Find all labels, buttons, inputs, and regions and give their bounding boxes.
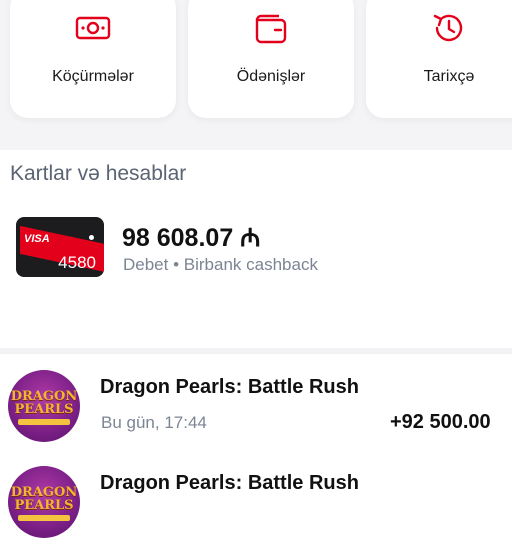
- wallet-icon: [255, 14, 287, 44]
- account-card-row[interactable]: VISA 4580 98 608.07 ₼ Debet • Birbank ca…: [0, 210, 512, 290]
- history-icon: [433, 14, 463, 42]
- merchant-logo-text: DRAGON PEARLS: [10, 389, 78, 417]
- transfers-button[interactable]: Köçürmələr: [10, 0, 176, 118]
- transaction-amount: +92 500.00: [390, 411, 491, 433]
- card-thumbnail: VISA 4580: [16, 217, 104, 277]
- merchant-logo-band: [18, 515, 70, 521]
- payments-label: Ödənişlər: [236, 68, 306, 85]
- merchant-logo: DRAGON PEARLS: [8, 466, 80, 538]
- card-brand: VISA: [24, 233, 50, 245]
- transaction-row[interactable]: DRAGON PEARLS Dragon Pearls: Battle Rush…: [0, 370, 512, 450]
- merchant-logo-text: DRAGON PEARLS: [10, 485, 78, 513]
- accounts-section-title: Kartlar və hesablar: [10, 162, 187, 185]
- card-balance: 98 608.07 ₼: [122, 224, 261, 252]
- card-last4: 4580: [58, 253, 96, 272]
- payments-button[interactable]: Ödənişlər: [188, 0, 354, 118]
- transaction-merchant: Dragon Pearls: Battle Rush: [100, 376, 359, 398]
- section-divider: [0, 348, 512, 354]
- merchant-logo-band: [18, 419, 70, 425]
- merchant-logo: DRAGON PEARLS: [8, 370, 80, 442]
- transaction-row[interactable]: DRAGON PEARLS Dragon Pearls: Battle Rush: [0, 466, 512, 546]
- transfers-label: Köçürmələr: [52, 68, 134, 85]
- history-button[interactable]: Tarixçə: [366, 0, 512, 118]
- history-label: Tarixçə: [423, 68, 475, 85]
- quick-actions-area: Köçürmələr Ödənişlər Tarixçə: [0, 0, 512, 150]
- transaction-time: Bu gün, 17:44: [101, 413, 207, 432]
- cash-icon: [75, 16, 111, 40]
- card-subtitle: Debet • Birbank cashback: [123, 255, 318, 274]
- card-dot: [89, 235, 94, 240]
- transaction-merchant: Dragon Pearls: Battle Rush: [100, 472, 359, 494]
